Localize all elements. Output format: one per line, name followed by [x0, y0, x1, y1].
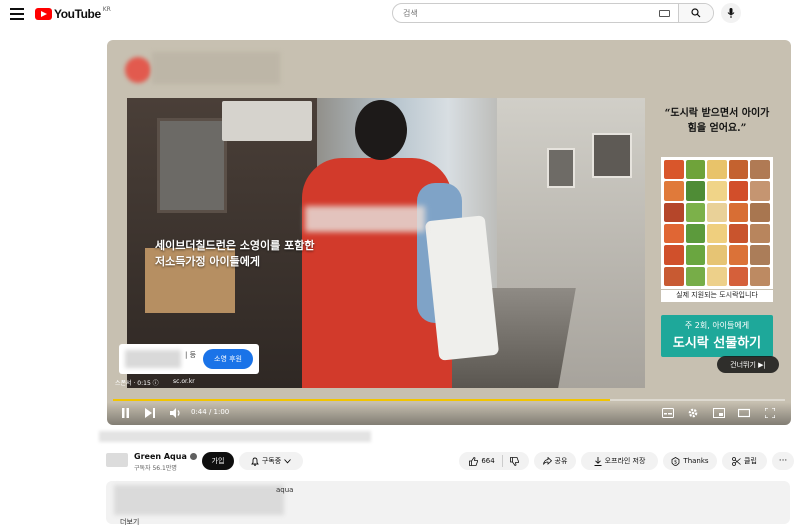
progress-bar[interactable] [113, 399, 785, 401]
ad-url[interactable]: sc.or.kr [173, 378, 195, 385]
pause-icon[interactable] [121, 408, 130, 418]
clip-button[interactable]: 클립 [722, 452, 767, 470]
time-display: 0:44 / 1:00 [191, 408, 230, 416]
offline-label: 오프라인 저장 [604, 457, 646, 465]
promo-quote: “도시락 받으면서 아이가 힘을 얻어요.” [664, 108, 770, 134]
mic-icon [727, 8, 735, 18]
more-actions-button[interactable]: ··· [772, 452, 794, 470]
voice-search-button[interactable] [721, 3, 741, 23]
verified-icon [189, 453, 197, 460]
thanks-button[interactable]: $ Thanks [663, 452, 717, 470]
subtitles-icon[interactable] [662, 408, 674, 418]
logo-text: YouTube [54, 7, 101, 21]
scene-window [592, 133, 632, 178]
blurred-video-title [99, 431, 371, 442]
sponsor-label: 스폰서 · 0:15 ⓘ [115, 380, 159, 387]
show-more-link[interactable]: 더보기 [120, 517, 139, 527]
thanks-label: Thanks [683, 457, 709, 465]
like-dislike-group: 664 [459, 452, 529, 470]
divider [501, 455, 503, 467]
scissors-icon [732, 456, 741, 466]
settings-gear-icon[interactable] [688, 408, 698, 418]
ad-brand-card[interactable]: | 등 소영 후원 [119, 344, 259, 374]
promo-sub: 주 2회, 아이들에게 [684, 321, 750, 330]
offline-save-button[interactable]: 오프라인 저장 [581, 452, 658, 470]
volume-icon[interactable] [170, 408, 181, 418]
channel-name[interactable]: Green Aqua [134, 452, 187, 461]
join-button[interactable]: 가입 [202, 452, 234, 470]
promo-cta-box[interactable]: 주 2회, 아이들에게 도시락 선물하기 [661, 315, 773, 357]
fullscreen-icon[interactable] [765, 408, 775, 418]
top-bar: YouTube KR [0, 0, 800, 28]
scene-person-head [355, 100, 407, 160]
share-icon [542, 457, 552, 465]
player-controls: 0:44 / 1:00 [107, 402, 791, 425]
ad-caption-line1: 세이브더칠드런은 소영이를 포함한 [155, 239, 315, 252]
skip-ad-button[interactable]: 건너뛰기 ▶| [717, 356, 779, 373]
like-count[interactable]: 664 [481, 457, 494, 465]
search-button[interactable] [678, 4, 713, 22]
search-bar [392, 3, 714, 23]
scene-window [157, 118, 227, 213]
share-button[interactable]: 공유 [534, 452, 576, 470]
youtube-play-icon [35, 8, 52, 20]
brand-suffix: | 등 [185, 351, 197, 359]
thumbs-up-icon[interactable] [469, 456, 479, 466]
description-suffix: aqua [276, 486, 294, 494]
progress-fill [113, 399, 611, 401]
theater-mode-icon[interactable] [738, 408, 750, 418]
ad-cta-button[interactable]: 소영 후원 [203, 349, 253, 369]
lunchbox-image [661, 157, 773, 289]
search-icon [691, 8, 701, 18]
download-icon [594, 456, 602, 466]
menu-icon[interactable] [10, 8, 24, 20]
search-input[interactable] [393, 4, 659, 22]
advertiser-logo [125, 57, 151, 83]
thanks-icon: $ [672, 456, 680, 466]
subscriber-count: 구독자 56.1만명 [134, 465, 177, 472]
thumbs-down-icon[interactable] [509, 456, 519, 466]
channel-avatar[interactable] [106, 453, 128, 467]
miniplayer-icon[interactable] [713, 408, 725, 418]
next-icon[interactable] [145, 408, 155, 418]
channel-name-row[interactable]: Green Aqua [134, 452, 197, 461]
keyboard-icon[interactable] [659, 9, 670, 17]
blurred-description [114, 485, 284, 515]
subscribed-label: 구독중 [261, 457, 282, 465]
promo-caption: 실제 지원되는 도시락입니다 [661, 290, 773, 302]
scene-window [547, 148, 575, 188]
svg-text:$: $ [674, 459, 677, 465]
share-label: 공유 [554, 457, 568, 465]
clip-label: 클립 [744, 457, 757, 465]
video-player[interactable]: 세이브더칠드런은 소영이를 포함한 저소득가정 아이들에게 | 등 소영 후원 … [107, 40, 791, 425]
subscribed-button[interactable]: 구독중 [239, 452, 303, 470]
scene-ac-unit [222, 101, 312, 141]
youtube-logo[interactable]: YouTube KR [35, 5, 111, 21]
region-code: KR [102, 5, 111, 13]
blurred-name-tag [305, 206, 425, 232]
more-dots-icon: ··· [778, 455, 788, 466]
ad-caption-line2: 저소득가정 아이들에게 [155, 255, 261, 268]
blurred-brand-name [125, 350, 181, 368]
blurred-ad-title [152, 52, 280, 84]
chevron-down-icon [284, 458, 291, 463]
description-box[interactable]: aqua 더보기 [106, 481, 790, 527]
promo-main: 도시락 선물하기 [672, 336, 762, 351]
bell-icon [250, 457, 259, 466]
